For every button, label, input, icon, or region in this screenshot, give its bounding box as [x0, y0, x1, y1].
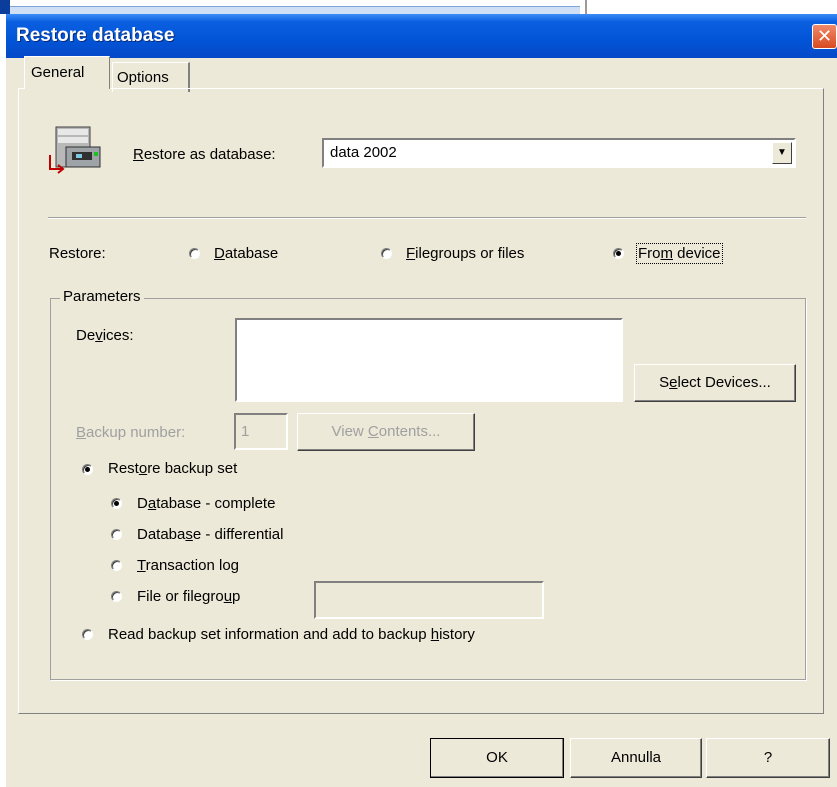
hotkey-o: o	[138, 460, 148, 477]
hotkey-s: s	[185, 526, 193, 543]
file-or-filegroup-label[interactable]: File or filegroup	[137, 588, 240, 605]
restore-as-database-combo[interactable]: data 2002 ▼	[322, 138, 796, 168]
divider	[48, 217, 806, 219]
restore-filegroups-label[interactable]: Filegroups or files	[406, 245, 524, 262]
hotkey-h: h	[430, 626, 440, 643]
read-backup-info-text-pre: Read backup set information and add to b…	[108, 626, 431, 643]
database-complete-text-rest: tabase - complete	[156, 495, 276, 512]
file-or-filegroup-field[interactable]	[314, 581, 544, 619]
restore-backup-set-label[interactable]: Restore backup set	[108, 460, 237, 477]
select-devices-text-pre: S	[659, 374, 670, 391]
hotkey-r: R	[133, 146, 144, 163]
hotkey-f: F	[406, 245, 416, 262]
hotkey-a: a	[147, 495, 157, 512]
devices-text-rest: ices:	[102, 327, 134, 344]
restore-backup-set-text-rest: re backup set	[147, 460, 238, 477]
file-or-filegroup-text-pre: File or filegro	[137, 588, 224, 605]
background-window-edge	[0, 0, 10, 14]
tab-general[interactable]: General	[24, 56, 110, 89]
restore-database-label[interactable]: Database	[214, 245, 278, 262]
read-backup-info-text-rest: istory	[439, 626, 475, 643]
restore-label: Restore:	[49, 245, 106, 262]
close-button[interactable]: ✕	[812, 24, 837, 49]
database-differential-radio[interactable]	[111, 529, 122, 540]
chevron-down-icon[interactable]: ▼	[772, 142, 792, 164]
database-differential-text-pre: Databa	[137, 526, 186, 543]
hotkey-d: D	[214, 245, 225, 262]
window-title: Restore database	[16, 25, 175, 46]
hotkey-c: C	[367, 423, 379, 440]
close-icon: ✕	[816, 26, 833, 46]
transaction-log-radio[interactable]	[111, 560, 122, 571]
restore-from-device-label[interactable]: From device	[636, 243, 723, 264]
background-window-strip	[0, 0, 837, 15]
backup-number-field[interactable]: 1	[234, 413, 288, 450]
ok-button[interactable]: OK	[430, 738, 564, 778]
restore-as-database-label: Restore as database:	[133, 146, 276, 163]
select-devices-text-rest: lect Devices...	[677, 374, 771, 391]
restore-filegroups-text: ilegroups or files	[415, 245, 525, 262]
hotkey-b: B	[76, 424, 87, 441]
from-device-text-rest: device	[673, 245, 721, 262]
transaction-log-text-rest: ransaction log	[145, 557, 240, 574]
devices-label: Devices:	[76, 327, 134, 344]
database-server-icon	[49, 126, 101, 174]
restore-as-database-label-text: estore as database:	[143, 146, 276, 163]
restore-backup-set-text-pre: Rest	[108, 460, 139, 477]
cancel-button-label: Annulla	[610, 749, 662, 766]
select-devices-button[interactable]: Select Devices...	[634, 364, 796, 402]
backup-number-value: 1	[241, 423, 250, 440]
parameters-legend: Parameters	[60, 288, 144, 305]
restore-from-device-radio[interactable]	[613, 248, 624, 259]
database-complete-label[interactable]: Database - complete	[137, 495, 275, 512]
cancel-button[interactable]: Annulla	[570, 738, 702, 778]
database-differential-label[interactable]: Database - differential	[137, 526, 283, 543]
help-button[interactable]: ?	[706, 738, 830, 778]
devices-list[interactable]	[235, 318, 623, 402]
database-complete-text-pre: D	[137, 495, 148, 512]
devices-text-pre: De	[76, 327, 96, 344]
view-contents-text-pre: View	[331, 423, 368, 440]
transaction-log-label[interactable]: Transaction log	[137, 557, 239, 574]
file-or-filegroup-text-rest: p	[232, 588, 241, 605]
tab-general-label: General	[31, 64, 85, 81]
read-backup-info-label[interactable]: Read backup set information and add to b…	[108, 626, 475, 643]
restore-as-database-value[interactable]: data 2002	[330, 144, 397, 161]
view-contents-text-rest: ontents...	[378, 423, 441, 440]
read-backup-info-radio[interactable]	[82, 629, 93, 640]
from-device-text-pre: Fro	[638, 245, 661, 262]
restore-filegroups-radio[interactable]	[381, 248, 392, 259]
restore-database-radio[interactable]	[189, 248, 200, 259]
hotkey-u: u	[223, 588, 233, 605]
file-or-filegroup-radio[interactable]	[111, 591, 122, 602]
ok-button-label: OK	[486, 749, 508, 766]
hotkey-m: m	[660, 245, 674, 262]
help-button-label: ?	[763, 749, 773, 766]
restore-database-text: atabase	[224, 245, 279, 262]
database-complete-radio[interactable]	[111, 498, 122, 509]
view-contents-button[interactable]: View Contents...	[297, 413, 475, 451]
title-bar[interactable]: Restore database ✕	[6, 14, 837, 58]
backup-number-text-rest: ackup number:	[86, 424, 186, 441]
backup-number-label: Backup number:	[76, 424, 185, 441]
hotkey-v: v	[95, 327, 103, 344]
background-window-divider	[585, 0, 587, 14]
database-differential-text-rest: e - differential	[192, 526, 284, 543]
restore-backup-set-radio[interactable]	[82, 464, 93, 475]
hotkey-t: T	[137, 557, 146, 574]
tab-options-label: Options	[117, 69, 169, 86]
